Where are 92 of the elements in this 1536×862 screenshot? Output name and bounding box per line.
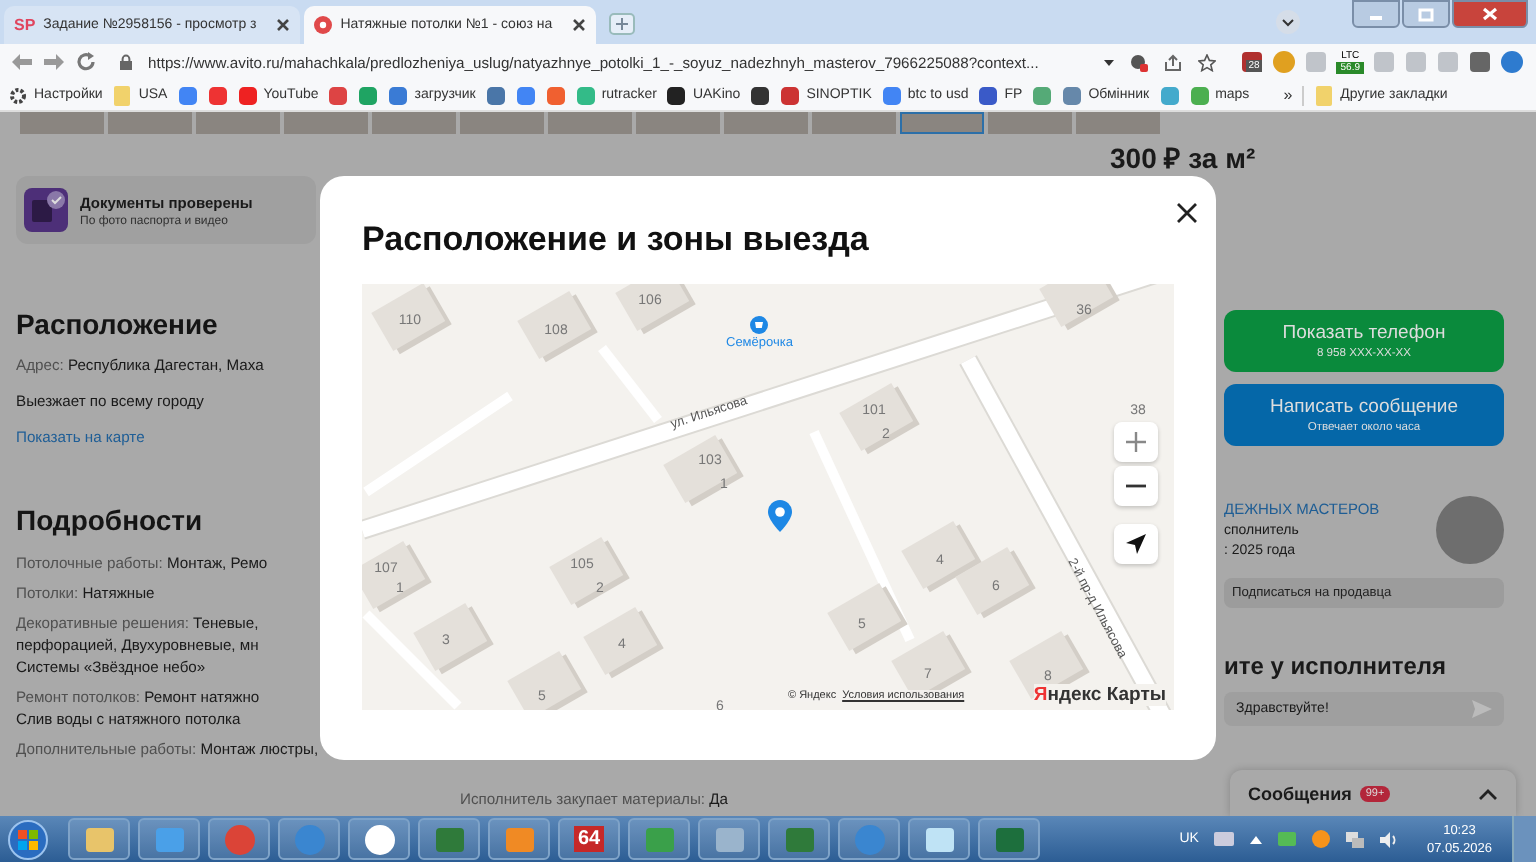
price-text: 300 ₽ за м²: [1110, 140, 1256, 176]
close-icon[interactable]: [572, 18, 587, 32]
building: [371, 284, 452, 355]
extension-icon[interactable]: [1468, 50, 1492, 74]
building: [549, 536, 630, 609]
caret-up-icon[interactable]: [1250, 835, 1263, 843]
dialog-title: Расположение и зоны выезда: [362, 220, 869, 260]
section-heading: Расположение: [16, 308, 220, 340]
reload-icon[interactable]: [76, 52, 96, 72]
avatar-circle: [1436, 496, 1504, 564]
app-icon: [783, 823, 815, 855]
app-icon: [223, 823, 255, 855]
taskbar-button[interactable]: 64: [558, 818, 620, 860]
app-icon: [363, 823, 395, 855]
extension-icon[interactable]: [1500, 50, 1524, 74]
dropdown-caret-icon[interactable]: [1104, 59, 1115, 65]
bookmark-icon: [881, 85, 902, 105]
location-pin-icon: [768, 500, 792, 532]
tab-favicon: SP: [14, 16, 36, 34]
bookmark-icon[interactable]: [750, 85, 771, 105]
app-icon: [503, 823, 535, 855]
taskbar-button[interactable]: [68, 818, 130, 860]
back-arrow-icon[interactable]: [12, 54, 32, 70]
bookmark-icon: [1189, 85, 1210, 105]
taskbar-button[interactable]: [768, 818, 830, 860]
taskbar-button[interactable]: [488, 818, 550, 860]
photo-placeholder[interactable]: [900, 112, 984, 134]
app-icon: [153, 823, 185, 855]
building: [583, 606, 664, 679]
lock-icon: [120, 54, 132, 70]
road: [362, 610, 462, 710]
star-icon[interactable]: [1198, 53, 1217, 71]
close-icon[interactable]: [276, 18, 291, 32]
app-icon: [643, 823, 675, 855]
gear-icon: [8, 85, 28, 105]
section-heading: Подробности: [16, 504, 205, 536]
taskbar-button[interactable]: [698, 818, 760, 860]
taskbar-button[interactable]: [978, 818, 1040, 860]
building: [507, 650, 588, 710]
blocked-icon[interactable]: [1130, 53, 1149, 71]
bookmark-icon: [1062, 85, 1083, 105]
share-icon[interactable]: [1164, 53, 1183, 71]
taskbar-button[interactable]: [908, 818, 970, 860]
building: [1039, 284, 1120, 331]
bookmark-icon: [237, 85, 258, 105]
building: [827, 582, 908, 655]
folder-icon: [112, 85, 133, 105]
locate-button[interactable]: [1114, 524, 1158, 564]
building: [413, 602, 494, 675]
plus-icon: [1126, 432, 1146, 452]
network-icon[interactable]: [1346, 831, 1365, 847]
close-icon: [1176, 202, 1198, 224]
app-icon: [83, 823, 115, 855]
folder-icon: [1314, 85, 1335, 105]
building: [615, 284, 696, 335]
section-heading: ите у исполнителя: [1224, 652, 1447, 680]
bookmark-icon: [978, 85, 999, 105]
new-tab-icon[interactable]: [608, 12, 637, 36]
building: [663, 434, 744, 507]
navigation-arrow-icon: [1126, 534, 1146, 554]
building: [955, 546, 1036, 619]
chevron-up-icon[interactable]: [1478, 787, 1498, 799]
app-icon: [293, 823, 325, 855]
app-tray-icon[interactable]: [1312, 830, 1331, 848]
app-icon: [993, 823, 1025, 855]
keyboard-icon[interactable]: [1214, 832, 1235, 846]
bookmark-icon: [388, 85, 409, 105]
app-icon: [713, 823, 745, 855]
tab-favicon-icon: [314, 16, 333, 34]
app-icon: [433, 823, 465, 855]
bookmark-icon: [780, 85, 801, 105]
bookmark-icon: [575, 85, 596, 105]
map-logo[interactable]: Яндекс Карты: [1033, 684, 1166, 706]
app-tile-icon: 64: [573, 826, 605, 852]
taskbar-button[interactable]: [418, 818, 480, 860]
taskbar-button[interactable]: [348, 818, 410, 860]
document-check-icon: [24, 188, 68, 232]
building: [839, 382, 920, 455]
app-icon: [853, 823, 885, 855]
app-icon: [923, 823, 955, 855]
minimize-button[interactable]: [1352, 0, 1400, 28]
close-button[interactable]: [1176, 202, 1198, 224]
zoom-out-button[interactable]: [1114, 466, 1158, 506]
maximize-button[interactable]: [1402, 0, 1450, 28]
forward-arrow-icon[interactable]: [44, 54, 64, 70]
speaker-icon[interactable]: [1380, 831, 1399, 847]
more-bookmarks-button[interactable]: »: [1283, 86, 1293, 104]
bookmark-icon: [666, 85, 687, 105]
start-button[interactable]: [8, 819, 48, 859]
shop-pin-icon[interactable]: [750, 316, 769, 334]
chevron-down-icon[interactable]: [1276, 10, 1300, 34]
building: [517, 290, 598, 363]
